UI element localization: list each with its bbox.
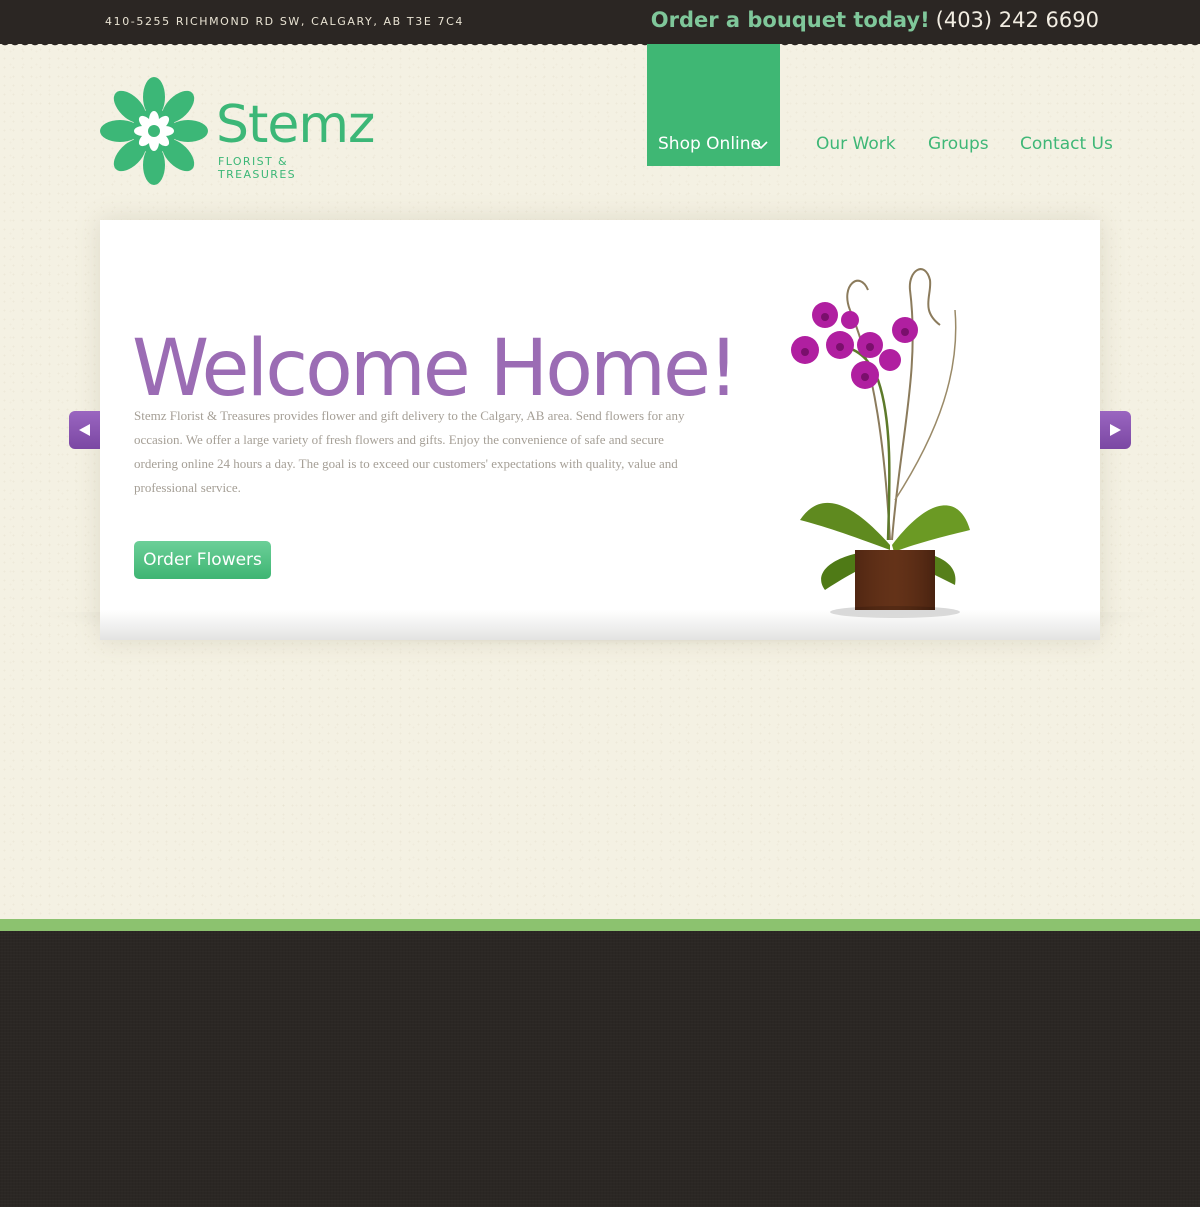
top-bar: 410-5255 RICHMOND RD SW, CALGARY, AB T3E…: [0, 0, 1200, 44]
nav-shop-online[interactable]: Shop Online: [647, 44, 780, 166]
logo-tagline: FLORIST & TREASURES: [218, 155, 297, 181]
top-bar-scallop-edge: [0, 40, 1200, 48]
order-line: Order a bouquet today! (403) 242 6690: [651, 8, 1099, 32]
phone-number-link[interactable]: (403) 242 6690: [936, 8, 1099, 32]
nav-shop-online-label: Shop Online: [658, 134, 761, 154]
slider-next-button[interactable]: [1100, 411, 1131, 449]
footer: [0, 931, 1200, 1207]
arrow-left-icon: [79, 424, 90, 436]
site-logo[interactable]: Stemz FLORIST & TREASURES: [100, 77, 375, 187]
arrow-right-icon: [1110, 424, 1121, 436]
order-cta-text: Order a bouquet today!: [650, 8, 930, 32]
slide-bottom-fade: [100, 610, 1100, 640]
order-flowers-button[interactable]: Order Flowers: [134, 541, 271, 579]
nav-groups[interactable]: Groups: [928, 134, 989, 154]
hero-slide: Welcome Home! Stemz Florist & Treasures …: [100, 220, 1100, 640]
store-address: 410-5255 RICHMOND RD SW, CALGARY, AB T3E…: [105, 15, 464, 28]
hero-intro-text: Stemz Florist & Treasures provides flowe…: [134, 408, 685, 495]
chevron-down-icon: [754, 141, 768, 150]
footer-green-stripe: [0, 919, 1200, 931]
flower-logo-icon: [100, 77, 208, 185]
orchid-image: [791, 268, 970, 618]
hero-heading: Welcome Home!: [132, 324, 739, 414]
logo-name: Stemz: [216, 95, 375, 155]
nav-contact-us[interactable]: Contact Us: [1020, 134, 1113, 154]
slider-prev-button[interactable]: [69, 411, 100, 449]
nav-our-work[interactable]: Our Work: [816, 134, 896, 154]
